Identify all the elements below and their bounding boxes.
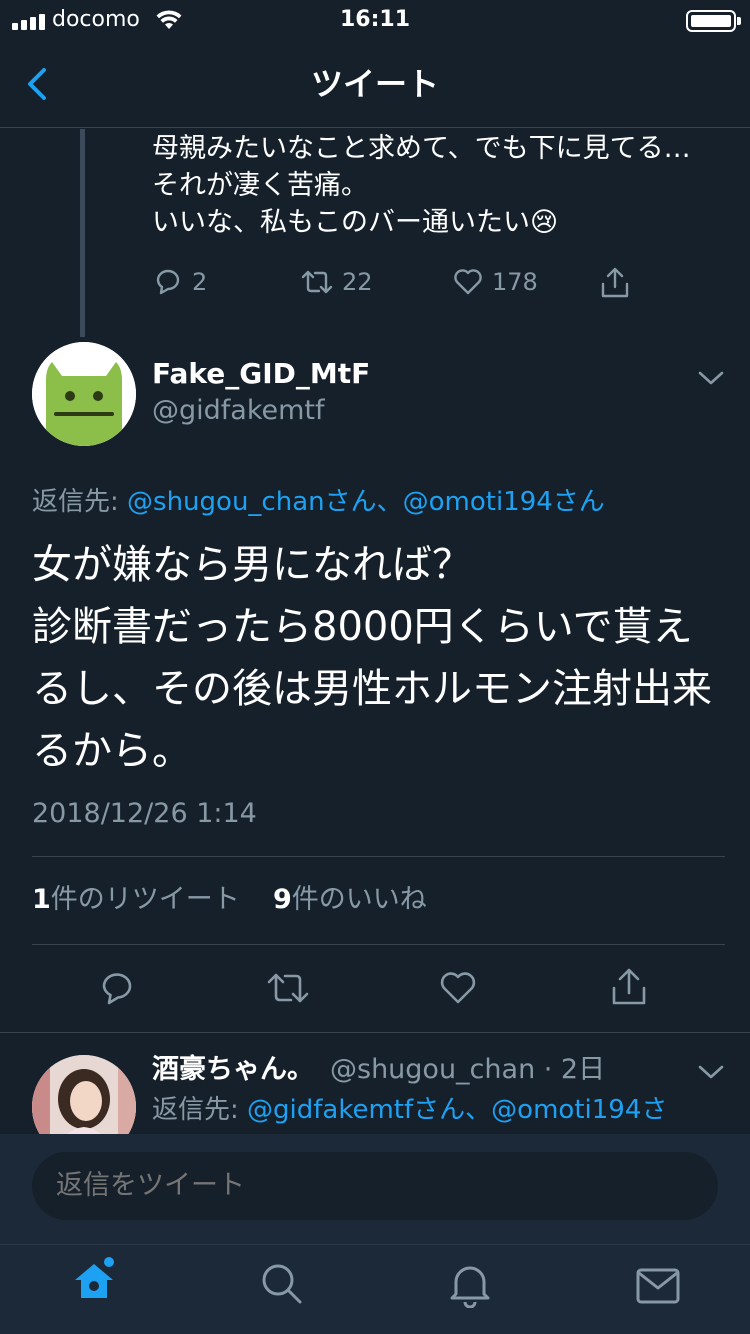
battery-icon: [686, 10, 736, 32]
prev-reply-count: 2: [192, 268, 208, 296]
like-label: 件のいいね: [291, 884, 427, 915]
reply-to-separator: 、: [465, 1095, 492, 1125]
heart-icon[interactable]: [438, 968, 478, 1008]
retweet-icon: [301, 270, 333, 294]
prev-like-count: 178: [492, 268, 538, 296]
reply-icon[interactable]: [98, 968, 138, 1008]
divider: [32, 856, 725, 857]
tweet-options-chevron-down-icon[interactable]: [696, 368, 726, 388]
battery-tip: [737, 17, 741, 25]
clock: 16:11: [339, 7, 411, 32]
tweet-stats: 1件のリツイート 9件のいいね: [32, 882, 427, 918]
thread-connector-line: [80, 129, 85, 337]
previous-tweet-text: 母親みたいなこと求めて、でも下に見てる… それが凄く苦痛。 いいな、私もこのバー…: [152, 133, 691, 238]
retweets-stat[interactable]: 1件のリツイート: [32, 884, 240, 915]
tweet-timestamp: 2018/12/26 1:14: [32, 798, 257, 829]
frog-avatar-icon: [32, 342, 136, 446]
retweet-label: 件のリツイート: [50, 884, 240, 915]
status-bar: docomo 16:11: [0, 0, 750, 40]
reply-to-user-link[interactable]: @shugou_chanさん: [127, 487, 377, 517]
reply-options-chevron-down-icon[interactable]: [696, 1062, 726, 1082]
messages-envelope-icon[interactable]: [634, 1262, 682, 1310]
reply-to-separator: 、: [376, 487, 403, 517]
likes-stat[interactable]: 9件のいいね: [273, 884, 427, 915]
author-display-name[interactable]: Fake_GID_MtF: [152, 356, 370, 392]
heart-icon: [454, 269, 482, 295]
share-icon[interactable]: [608, 966, 650, 1008]
reply-replying-to: 返信先: @gidfakemtfさん、@omoti194さ: [152, 1092, 667, 1128]
search-icon[interactable]: [258, 1260, 306, 1308]
home-icon[interactable]: [70, 1256, 118, 1304]
author-handle[interactable]: @gidfakemtf: [152, 394, 325, 428]
tweet-text: 女が嫌なら男になれば？ 診断書だったら8000円くらいで貰えるし、その後は男性ホ…: [32, 542, 712, 774]
reply-to-prefix: 返信先:: [152, 1095, 248, 1125]
retweet-icon[interactable]: [266, 968, 310, 1008]
reply-author-name[interactable]: 酒豪ちゃん。: [152, 1052, 314, 1088]
reply-to-prefix: 返信先:: [32, 487, 128, 517]
retweet-count: 1: [32, 884, 51, 915]
reply-to-user-link[interactable]: @omoti194さ: [491, 1095, 667, 1125]
reply-to-user-link[interactable]: @gidfakemtfさん: [247, 1095, 465, 1125]
prev-reply-button[interactable]: 2: [152, 266, 207, 298]
share-icon: [601, 267, 629, 298]
prev-share-button[interactable]: [598, 266, 632, 300]
reply-compose-input[interactable]: [32, 1152, 718, 1220]
page-title: ツイート: [310, 65, 439, 103]
prev-retweet-button[interactable]: 22: [300, 266, 373, 298]
notifications-bell-icon[interactable]: [446, 1260, 494, 1308]
like-count: 9: [272, 884, 292, 915]
prev-like-button[interactable]: 178: [452, 266, 538, 298]
prev-retweet-count: 22: [342, 268, 373, 296]
reply-author-meta: @shugou_chan · 2日: [330, 1054, 606, 1085]
reply-icon: [156, 269, 180, 295]
navigation-bar: ツイート: [0, 40, 750, 128]
divider: [32, 944, 725, 945]
author-avatar[interactable]: [32, 342, 136, 446]
reply-to-user-link[interactable]: @omoti194さん: [403, 487, 605, 517]
replying-to: 返信先: @shugou_chanさん、@omoti194さん: [32, 484, 605, 520]
section-divider: [0, 1032, 750, 1033]
